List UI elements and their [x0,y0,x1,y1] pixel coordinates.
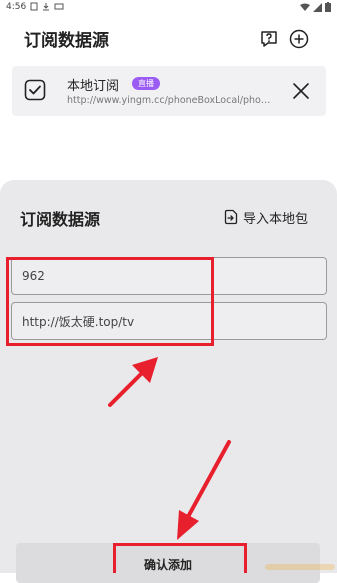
annotation-highlight-confirm [113,543,247,573]
cast-icon [54,3,64,10]
close-icon [293,83,309,99]
status-time: 4:56 [6,2,27,12]
import-icon [224,209,238,225]
subscription-card[interactable]: 本地订阅 直播 http://www.yingm.cc/phoneBoxLoca… [12,66,326,116]
signal-icon [313,3,323,12]
page-title: 订阅数据源 [24,31,109,51]
wifi-icon [300,3,311,11]
subscription-checkbox[interactable] [24,79,46,101]
import-local-label: 导入本地包 [243,211,309,227]
help-icon [261,31,277,47]
annotation-highlight-fields [6,257,214,346]
add-source-button[interactable] [289,29,309,49]
checkbox-checked-icon [24,79,46,101]
add-icon [289,29,309,49]
status-icons [300,2,331,15]
sheet-title: 订阅数据源 [20,210,101,229]
help-button[interactable] [259,29,279,49]
live-badge: 直播 [132,77,160,90]
status-bar: 4:56 [0,0,337,14]
subscription-url: http://www.yingm.cc/phoneBoxLocal/phoneB… [67,95,272,106]
download-icon [43,3,49,11]
add-source-sheet: 订阅数据源 导入本地包 确认添加 [0,180,337,583]
import-local-button[interactable]: 导入本地包 [223,207,308,227]
notification-icon [30,2,38,11]
remove-subscription-button[interactable] [292,82,310,100]
watermark-logo [265,564,335,570]
subscription-name: 本地订阅 [67,79,120,94]
battery-icon [325,2,331,12]
